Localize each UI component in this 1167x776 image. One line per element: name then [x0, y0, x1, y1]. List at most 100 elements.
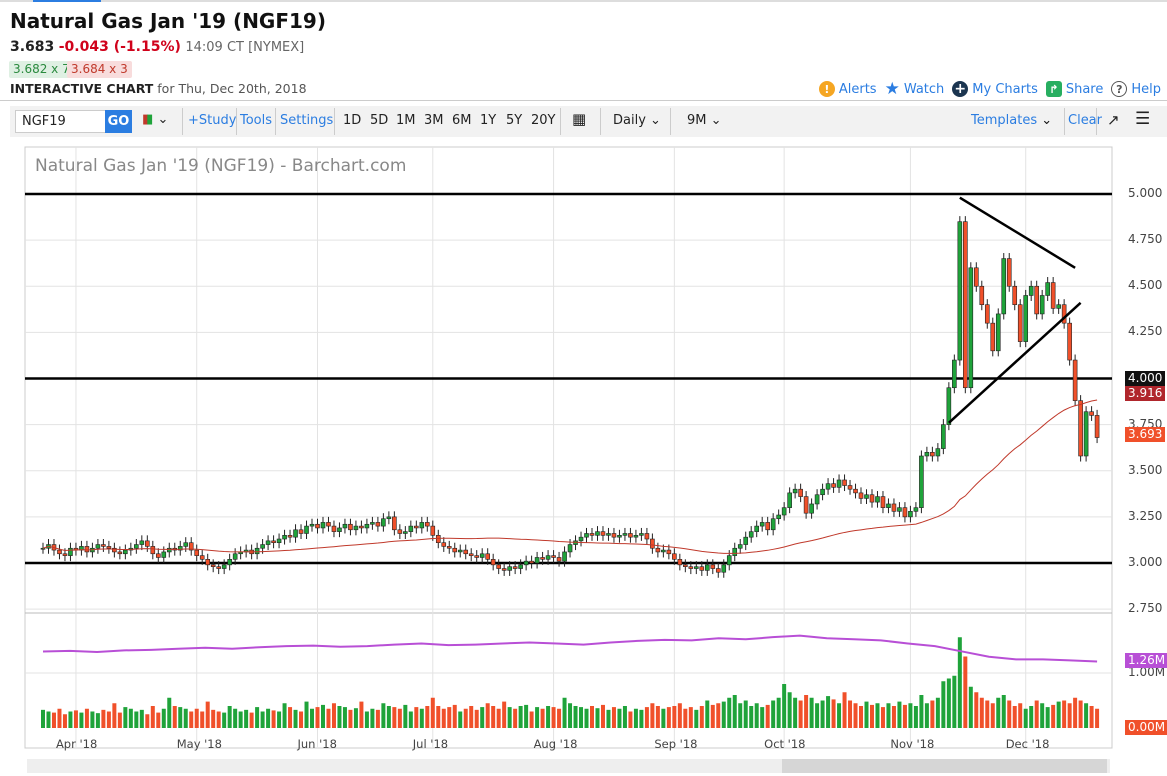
- volume-bar: [963, 656, 968, 728]
- candle: [650, 538, 655, 549]
- price-tick-label: 4.750: [1128, 232, 1163, 247]
- candle: [930, 451, 935, 457]
- candle: [534, 557, 540, 564]
- candle: [194, 549, 200, 556]
- volume-bar: [600, 704, 605, 728]
- candle: [441, 542, 447, 547]
- candle: [287, 535, 293, 538]
- candle: [699, 566, 705, 571]
- volume-bar: [721, 701, 726, 728]
- candle: [902, 507, 908, 518]
- candle: [919, 455, 924, 508]
- price-label: 4.000: [1125, 370, 1166, 386]
- volume-bar: [584, 708, 589, 728]
- candle: [353, 525, 359, 531]
- candle: [787, 492, 792, 508]
- candle: [161, 551, 167, 558]
- candle: [205, 559, 210, 566]
- volume-bar: [293, 709, 298, 728]
- candle: [101, 544, 106, 547]
- price-tick-label: 3.000: [1128, 555, 1163, 569]
- plot-frame: [24, 146, 1113, 749]
- price-tick-label: 2.750: [1128, 601, 1163, 616]
- volume-bar: [952, 675, 957, 728]
- candle: [370, 522, 375, 525]
- candle: [1045, 282, 1050, 296]
- candle: [348, 523, 353, 531]
- volume-bar: [837, 703, 842, 728]
- candle: [446, 546, 452, 549]
- candle: [1017, 304, 1023, 342]
- volume-bar: [271, 710, 276, 728]
- candle: [726, 555, 732, 566]
- candle: [232, 553, 238, 560]
- price-tick-label: 3.500: [1128, 462, 1163, 477]
- candle: [216, 566, 221, 569]
- candle: [265, 540, 271, 545]
- candle: [677, 559, 683, 566]
- volume-bar: [897, 701, 902, 728]
- volume-bar: [161, 708, 166, 728]
- volume-bar: [84, 708, 89, 728]
- candle: [803, 496, 809, 514]
- volume-bar: [414, 707, 419, 728]
- candle: [710, 564, 716, 569]
- candle: [155, 553, 161, 558]
- volume-bar: [787, 692, 792, 728]
- candle: [589, 533, 595, 536]
- volume-bar: [222, 712, 227, 728]
- volume-bar: [277, 711, 282, 728]
- candle: [106, 546, 112, 549]
- volume-bar: [249, 712, 254, 728]
- volume-bar: [359, 701, 364, 728]
- volume-bar: [288, 707, 293, 728]
- candle: [776, 514, 781, 520]
- candle: [886, 503, 891, 508]
- volume-bar: [172, 706, 177, 728]
- volume-bar: [469, 706, 474, 728]
- candle: [704, 564, 710, 571]
- volume-bar: [150, 706, 155, 728]
- volume-bar: [776, 697, 781, 728]
- volume-bar: [848, 700, 853, 728]
- month-label: Dec '18: [1005, 737, 1050, 751]
- candle: [595, 531, 600, 536]
- candle: [622, 533, 628, 536]
- candle: [935, 448, 941, 457]
- candle: [183, 542, 189, 547]
- candle: [1072, 359, 1078, 401]
- candle: [315, 523, 320, 529]
- candle: [825, 483, 831, 490]
- volume-bar: [485, 703, 490, 728]
- candle: [732, 547, 738, 556]
- volume-bar: [447, 707, 452, 728]
- candle: [584, 533, 589, 538]
- candle: [375, 522, 381, 527]
- candle: [683, 564, 688, 567]
- volume-bar: [754, 703, 759, 728]
- volume-bar: [694, 709, 699, 728]
- volume-bar: [672, 706, 677, 728]
- volume-bar: [979, 697, 984, 728]
- volume-bar: [227, 706, 232, 728]
- volume-bar: [941, 681, 946, 728]
- volume-bar: [891, 706, 896, 728]
- candle: [759, 522, 765, 527]
- candle: [617, 535, 622, 538]
- volume-bar: [716, 703, 721, 728]
- candle: [419, 522, 425, 529]
- candle: [842, 479, 847, 486]
- candle: [798, 488, 803, 497]
- price-tick-label: 3.250: [1128, 508, 1163, 523]
- price-chart[interactable]: [0, 0, 1167, 776]
- candle: [1023, 295, 1029, 342]
- volume-bar: [260, 711, 265, 728]
- volume-bar: [233, 708, 238, 728]
- candle: [254, 547, 260, 555]
- candle: [600, 531, 606, 536]
- candle: [364, 523, 370, 529]
- volume-bar: [200, 711, 205, 728]
- candle: [512, 566, 518, 569]
- scrollbar-thumb[interactable]: [782, 759, 1107, 773]
- candle: [457, 549, 463, 553]
